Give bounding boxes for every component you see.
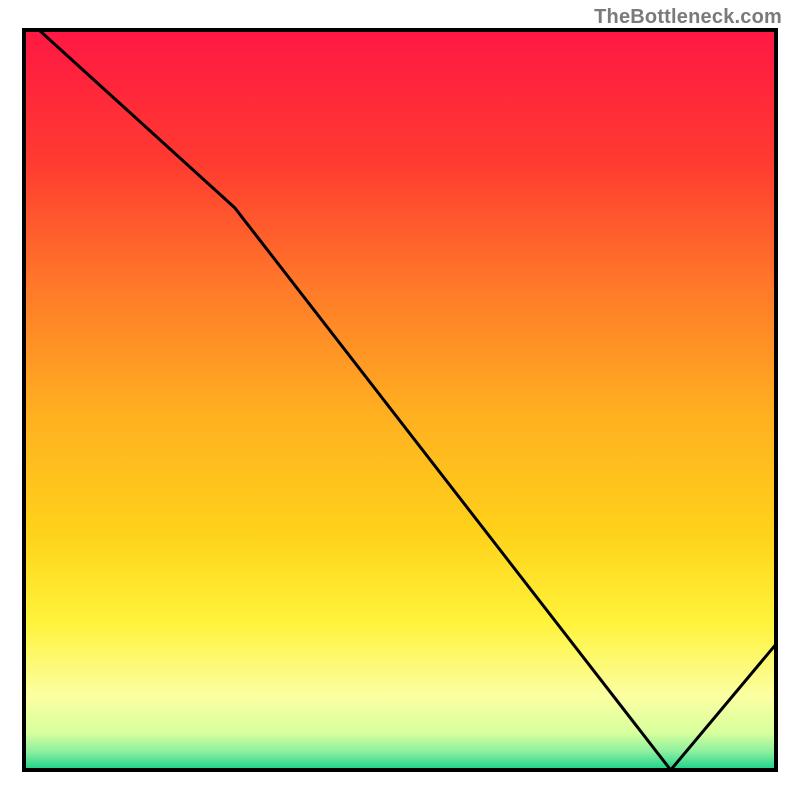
chart-container: { "attribution": "TheBottleneck.com", "a…: [0, 0, 800, 800]
attribution-text: TheBottleneck.com: [594, 6, 782, 29]
chart-svg: [0, 0, 800, 800]
plot-background: [24, 30, 776, 770]
